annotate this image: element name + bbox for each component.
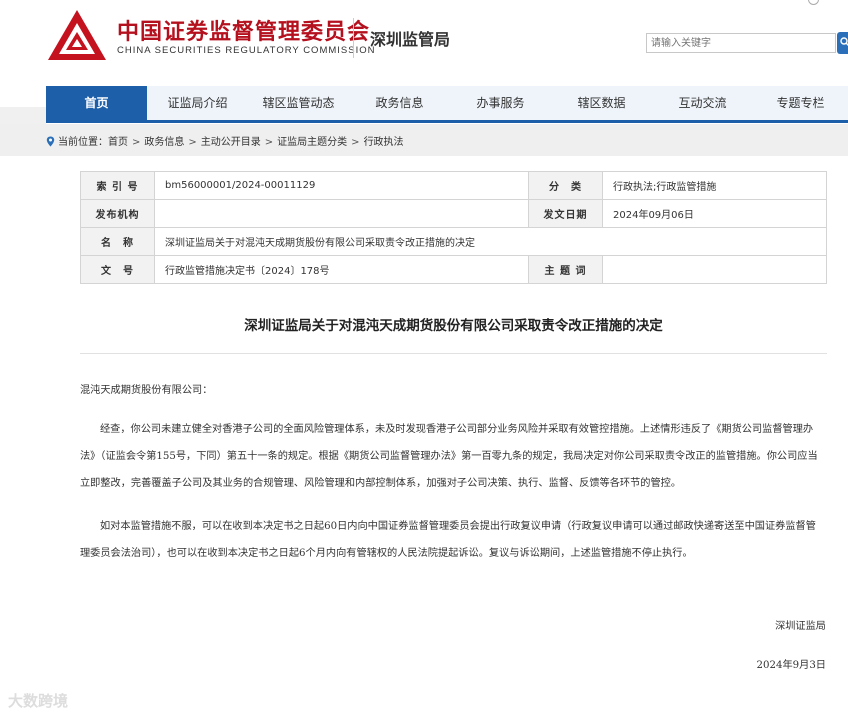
- document-signature: 深圳证监局: [775, 621, 826, 632]
- breadcrumb-home[interactable]: 首页: [108, 137, 128, 148]
- header-divider: [353, 18, 354, 58]
- nav-about[interactable]: 证监局介绍: [147, 86, 248, 120]
- nav-gov-info[interactable]: 政务信息: [349, 86, 450, 120]
- meta-docno-label: 文 号: [80, 255, 155, 284]
- csrc-logo[interactable]: [46, 8, 108, 64]
- meta-keywords-value: [602, 255, 827, 284]
- nav-services[interactable]: 办事服务: [450, 86, 551, 120]
- search-input[interactable]: [646, 33, 836, 53]
- document-paragraph-appeal: 如对本监管措施不服，可以在收到本决定书之日起60日内向中国证券监督管理委员会提出…: [80, 521, 816, 559]
- nav-interaction[interactable]: 互动交流: [652, 86, 753, 120]
- watermark: 大数跨境: [8, 692, 69, 710]
- meta-name-value: 深圳证监局关于对混沌天成期货股份有限公司采取责令改正措施的决定: [154, 227, 827, 256]
- search-icon: [840, 37, 848, 46]
- breadcrumb-enforcement[interactable]: 行政执法: [364, 137, 404, 148]
- breadcrumb-separator: >: [132, 137, 141, 148]
- title-divider: [80, 353, 827, 354]
- search-button[interactable]: [837, 32, 848, 54]
- main-nav: 首页 证监局介绍 辖区监管动态 政务信息 办事服务 辖区数据 互动交流 专题专栏: [46, 86, 848, 123]
- nav-underline: [46, 120, 848, 123]
- document-title: 深圳证监局关于对混沌天成期货股份有限公司采取责令改正措施的决定: [244, 318, 663, 334]
- breadcrumb-separator: >: [264, 137, 274, 148]
- location-pin-icon: [46, 136, 55, 147]
- breadcrumb-theme-category[interactable]: 证监局主题分类: [277, 137, 347, 148]
- document-meta-table: 索 引 号 bm56000001/2024-00011129 分 类 行政执法;…: [80, 171, 827, 284]
- breadcrumb-gov-info[interactable]: 政务信息: [144, 137, 184, 148]
- breadcrumb-separator: >: [351, 137, 360, 148]
- meta-issuer-value: [154, 199, 529, 228]
- document-paragraph-findings: 经查，你公司未建立健全对香港子公司的全面风险管理体系，未及时发现香港子公司部分业…: [80, 424, 818, 489]
- breadcrumb: 当前位置：首页 > 政务信息 > 主动公开目录 > 证监局主题分类 > 行政执法: [46, 133, 404, 148]
- site-header: 中国证券监督管理委员会 CHINA SECURITIES REGULATORY …: [0, 0, 848, 86]
- org-name-en: CHINA SECURITIES REGULATORY COMMISSION: [117, 45, 376, 56]
- meta-index-label: 索 引 号: [80, 171, 155, 200]
- meta-index-value: bm56000001/2024-00011129: [154, 171, 529, 200]
- org-name-cn: 中国证券监督管理委员会: [117, 20, 371, 45]
- accessibility-icon[interactable]: [808, 0, 819, 5]
- sub-org-name: 深圳监管局: [370, 30, 451, 49]
- breadcrumb-public-catalog[interactable]: 主动公开目录: [201, 137, 261, 148]
- meta-keywords-label: 主 题 词: [528, 255, 603, 284]
- meta-issuer-label: 发布机构: [80, 199, 155, 228]
- meta-category-label: 分 类: [528, 171, 603, 200]
- document-addressee: 混沌天成期货股份有限公司：: [80, 385, 213, 396]
- meta-date-value: 2024年09月06日: [602, 199, 827, 228]
- document-date: 2024年9月3日: [756, 660, 826, 671]
- meta-name-label: 名 称: [80, 227, 155, 256]
- side-decoration: [0, 107, 46, 124]
- meta-date-label: 发文日期: [528, 199, 603, 228]
- nav-data[interactable]: 辖区数据: [551, 86, 652, 120]
- breadcrumb-prefix: 当前位置：: [58, 137, 108, 148]
- breadcrumb-separator: >: [188, 137, 197, 148]
- nav-home[interactable]: 首页: [46, 86, 147, 123]
- meta-docno-value: 行政监管措施决定书〔2024〕178号: [154, 255, 529, 284]
- meta-category-value: 行政执法;行政监管措施: [602, 171, 827, 200]
- nav-special-topics[interactable]: 专题专栏: [753, 86, 848, 120]
- nav-supervision-news[interactable]: 辖区监管动态: [248, 86, 349, 120]
